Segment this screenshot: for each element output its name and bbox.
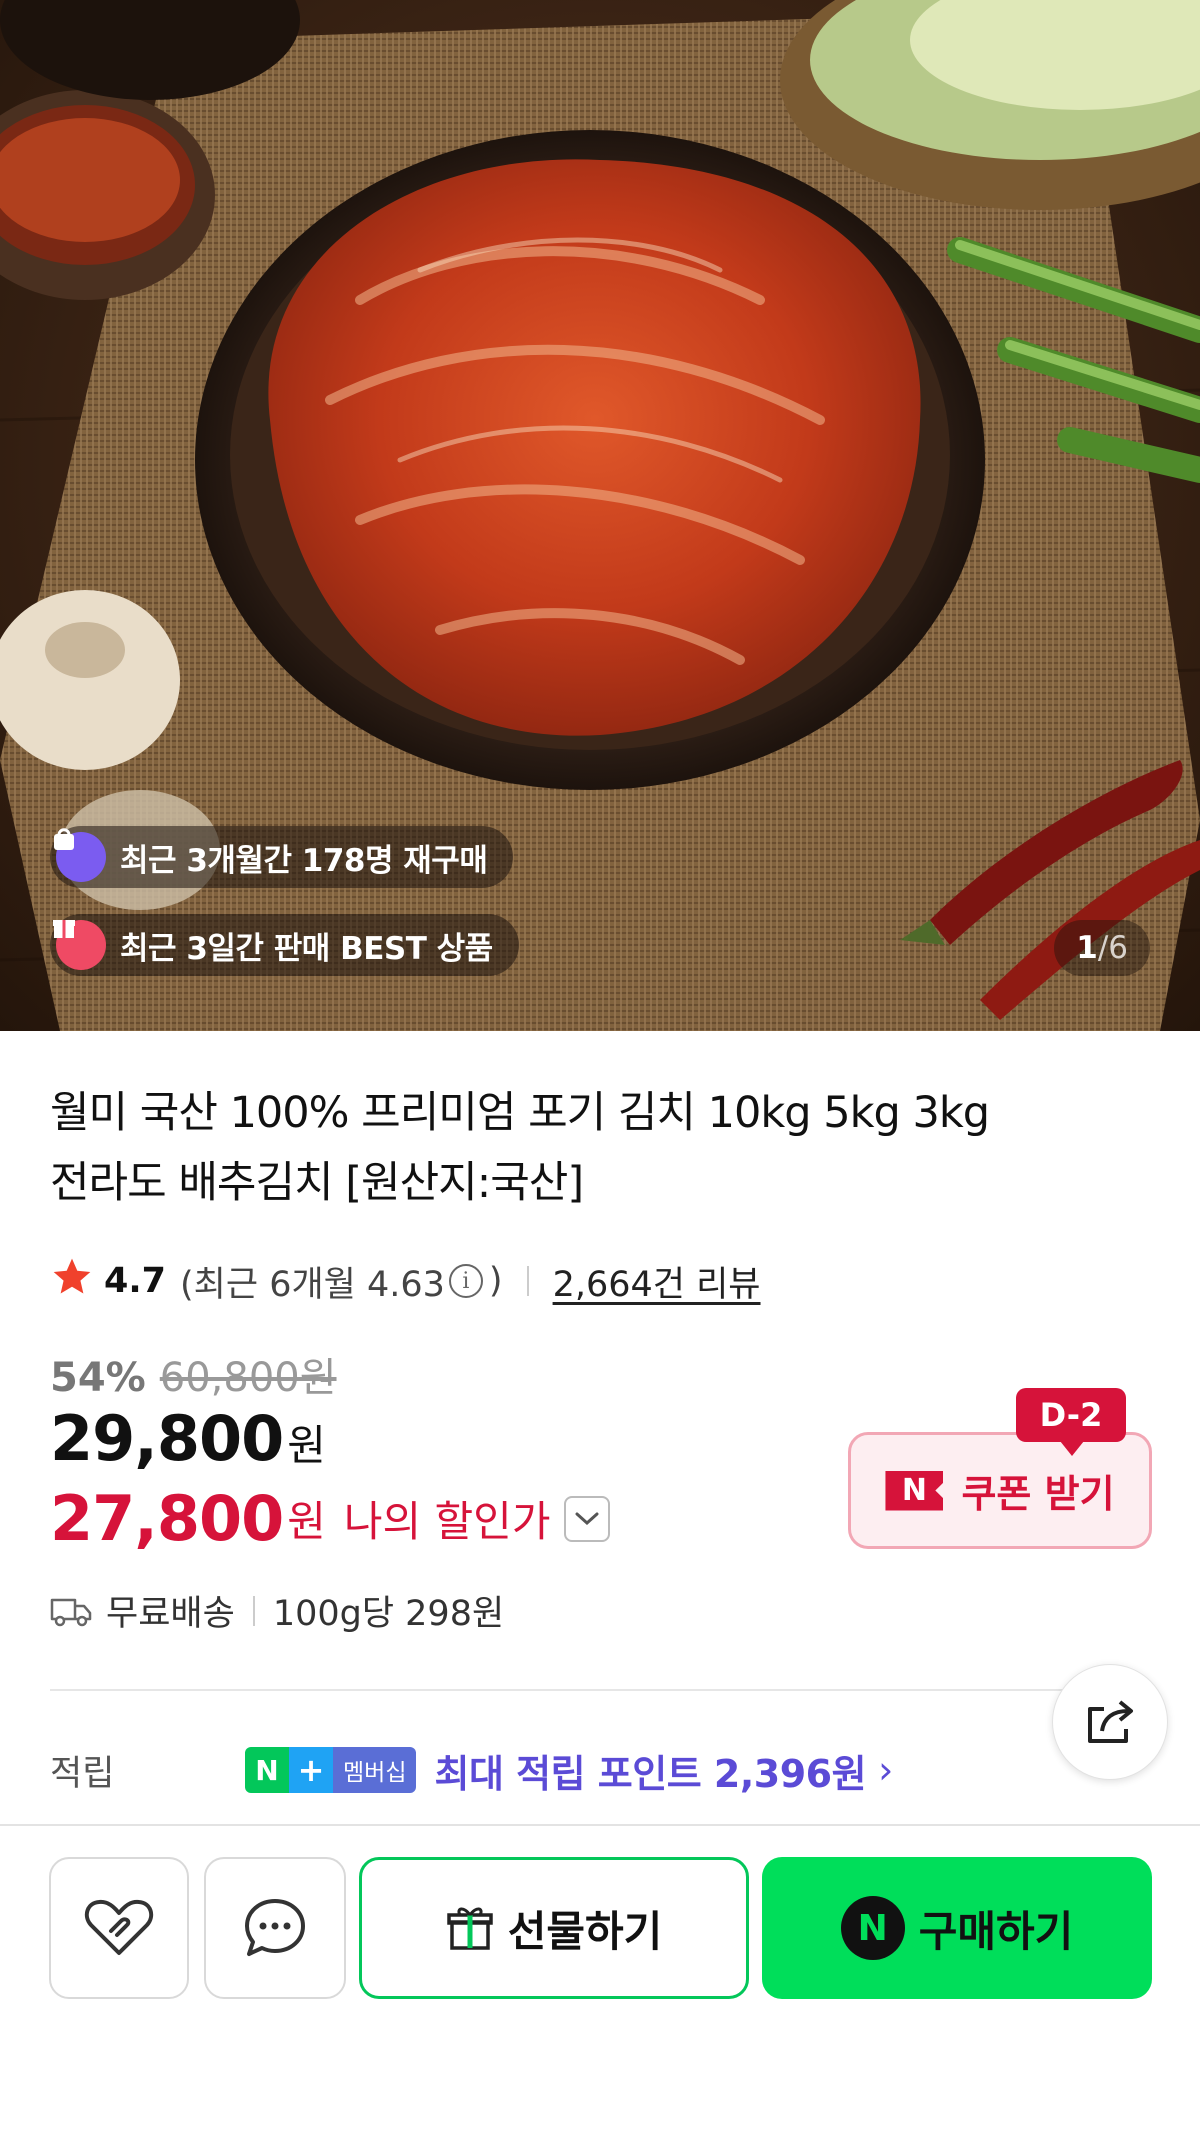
max-points-text: 최대 적립 포인트 2,396원 (434, 1751, 867, 1796)
sale-price-value: 29,800 (50, 1402, 284, 1475)
shipping-info: 무료배송 100g당 298원 (50, 1585, 504, 1636)
review-count-link[interactable]: 2,664건 리뷰 (553, 1256, 761, 1307)
my-price-value: 27,800 (50, 1482, 284, 1555)
product-title-line-2: 전라도 배추김치 [원산지:국산] (50, 1158, 584, 1208)
gift-icon (446, 1904, 494, 1952)
coupon-button-label: 쿠폰 받기 (961, 1472, 1115, 1516)
rating-row: 4.7 (최근 6개월 4.63 i ) 2,664건 리뷰 (50, 1253, 761, 1309)
section-divider (50, 1689, 1080, 1691)
rating-score: 4.7 (104, 1261, 167, 1301)
recent-rating-suffix: ) (488, 1261, 503, 1301)
sale-price: 29,800 원 (50, 1402, 326, 1475)
gift-button-label: 선물하기 (507, 1906, 663, 1956)
action-bar-divider (0, 1824, 1200, 1826)
shipping-text: 무료배송 (106, 1594, 235, 1634)
truck-icon (50, 1595, 92, 1627)
coupon-button[interactable]: N 쿠폰 받기 (848, 1432, 1152, 1549)
points-row[interactable]: 적립 N + 멤버십 최대 적립 포인트 2,396원 › (50, 1740, 1150, 1800)
my-price-unit: 원 (287, 1497, 326, 1546)
divider (252, 1595, 255, 1626)
product-image[interactable]: 최근 3개월간 178명 재구매 최근 3일간 판매 BEST 상품 1 / 6 (0, 0, 1200, 1031)
gift-button[interactable]: 선물하기 (359, 1857, 749, 1999)
membership-label: 멤버십 (333, 1747, 417, 1793)
best-seller-badge-text: 최근 3일간 판매 BEST 상품 (120, 930, 493, 967)
buy-button-label: 구매하기 (918, 1906, 1074, 1956)
best-seller-badge: 최근 3일간 판매 BEST 상품 (50, 914, 519, 976)
recent-rating-prefix: (최근 6개월 4.63 (180, 1264, 445, 1305)
membership-plus: + (289, 1747, 333, 1793)
sale-price-unit: 원 (287, 1421, 326, 1470)
chevron-down-icon[interactable] (564, 1495, 611, 1542)
wishlist-button[interactable] (49, 1857, 189, 1999)
my-discount-price: 27,800 원 나의 할인가 (50, 1482, 611, 1555)
heart-icon (83, 1897, 155, 1959)
discount-rate: 54% (50, 1355, 146, 1401)
info-icon[interactable]: i (448, 1264, 483, 1298)
shopping-bag-icon (54, 828, 106, 882)
membership-n: N (245, 1747, 289, 1793)
unit-price: 100g당 298원 (272, 1594, 505, 1634)
naver-pay-icon: N (840, 1896, 905, 1960)
divider (526, 1266, 529, 1296)
chevron-right-icon: › (878, 1748, 894, 1792)
image-counter-total: 6 (1108, 930, 1128, 966)
image-counter-separator: / (1097, 930, 1109, 966)
chat-bubble-icon (243, 1897, 307, 1959)
product-title: 월미 국산 100% 프리미엄 포기 김치 10kg 5kg 3kg 전라도 배… (50, 1078, 1150, 1218)
product-title-line-1: 월미 국산 100% 프리미엄 포기 김치 10kg 5kg 3kg (50, 1088, 990, 1138)
my-price-label: 나의 할인가 (343, 1497, 551, 1546)
discount-row: 54% 60,800원 (50, 1345, 337, 1403)
naver-coupon-icon: N (885, 1470, 944, 1511)
repurchase-badge: 최근 3개월간 178명 재구매 (50, 826, 514, 888)
image-counter: 1 / 6 (1054, 920, 1150, 976)
coupon-d-day-badge: D-2 (1016, 1388, 1126, 1456)
buy-button[interactable]: N 구매하기 (762, 1857, 1152, 1999)
talk-button[interactable] (204, 1857, 346, 1999)
original-price: 60,800원 (159, 1355, 337, 1401)
repurchase-badge-text: 최근 3개월간 178명 재구매 (120, 842, 488, 879)
points-label: 적립 (50, 1753, 115, 1794)
gift-box-icon (53, 920, 106, 970)
recent-rating: (최근 6개월 4.63 i ) (180, 1256, 503, 1307)
image-counter-current: 1 (1076, 930, 1098, 966)
naver-plus-membership-badge: N + 멤버십 (245, 1747, 417, 1793)
star-icon (50, 1255, 94, 1308)
